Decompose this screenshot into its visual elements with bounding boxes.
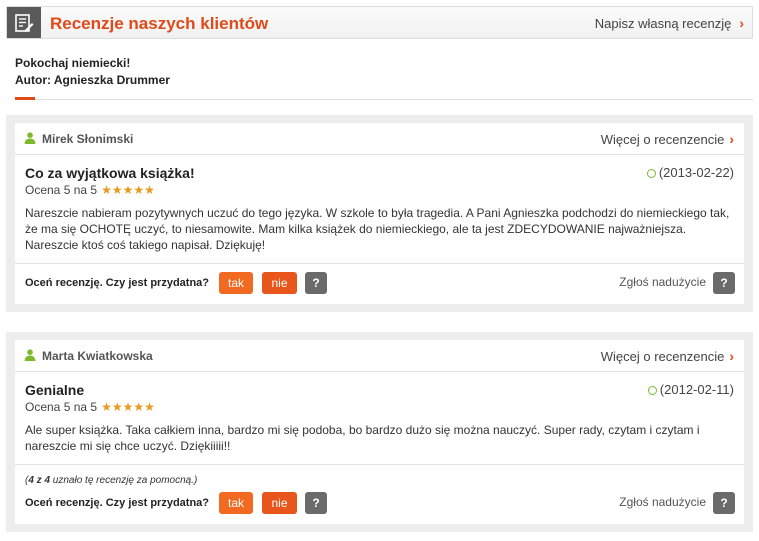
helpful-no-button[interactable]: nie	[262, 492, 297, 514]
review-date-text: (2013-02-22)	[658, 165, 734, 180]
report-help-button[interactable]: ?	[713, 492, 735, 514]
report-abuse-link[interactable]: Zgłoś nadużycie	[619, 495, 706, 509]
more-about-reviewer-link[interactable]: Więcej o recenzencie ›	[601, 131, 734, 147]
review-footer: Oceń recenzję. Czy jest przydatna? tak n…	[15, 486, 744, 524]
clock-icon	[647, 386, 657, 395]
user-icon	[24, 349, 36, 361]
helpful-rest: uznało tę recenzję za pomocną.)	[50, 475, 198, 486]
more-about-reviewer-label: Więcej o recenzencie	[600, 349, 725, 364]
review-rating: Ocena 5 na 5 ★★★★★	[25, 183, 734, 197]
review-date: (2013-02-22)	[646, 165, 734, 180]
review-card: Mirek Słonimski Więcej o recenzencie › Co…	[6, 115, 753, 312]
report-abuse-link[interactable]: Zgłoś nadużycie	[619, 275, 706, 289]
divider	[15, 99, 753, 100]
rate-review-label: Oceń recenzję. Czy jest przydatna?	[25, 277, 210, 289]
book-author: Autor: Agnieszka Drummer	[15, 73, 170, 87]
help-button[interactable]: ?	[305, 492, 327, 514]
user-icon	[24, 132, 36, 144]
edit-notes-icon	[7, 7, 41, 38]
star-rating-icon: ★★★★★	[101, 400, 155, 414]
helpful-count: 4 z 4	[28, 475, 51, 486]
reviewer-name: Marta Kwiatkowska	[42, 349, 153, 363]
chevron-right-icon: ›	[739, 15, 744, 31]
review-body: Genialne Ocena 5 na 5 ★★★★★ (2012-02-11) …	[15, 372, 744, 465]
report-help-button[interactable]: ?	[713, 272, 735, 294]
helpful-yes-button[interactable]: tak	[219, 492, 253, 514]
helpful-yes-button[interactable]: tak	[219, 272, 253, 294]
review-date-text: (2012-02-11)	[659, 382, 734, 397]
review-rating: Ocena 5 na 5 ★★★★★	[25, 400, 734, 414]
reviewer-name: Mirek Słonimski	[42, 132, 134, 146]
review-card: Marta Kwiatkowska Więcej o recenzencie › …	[6, 332, 753, 532]
reviews-header: Recenzje naszych klientów Napisz własną …	[6, 6, 753, 39]
more-about-reviewer-link[interactable]: Więcej o recenzencie ›	[601, 348, 734, 364]
chevron-right-icon: ›	[729, 348, 734, 364]
review-text: Ale super książka. Taka całkiem inna, ba…	[25, 423, 700, 453]
review-title: Co za wyjątkowa książka!	[25, 165, 195, 181]
divider-accent	[15, 97, 35, 100]
write-review-link[interactable]: Napisz własną recenzję ›	[595, 15, 744, 31]
chevron-right-icon: ›	[729, 131, 734, 147]
helpful-count-note: (4 z 4 uznało tę recenzję za pomocną.)	[15, 465, 744, 486]
help-button[interactable]: ?	[305, 272, 327, 294]
write-review-label: Napisz własną recenzję	[594, 16, 732, 31]
rating-label: Ocena 5 na 5	[25, 400, 98, 414]
review-header: Mirek Słonimski Więcej o recenzencie ›	[15, 123, 744, 155]
review-title: Genialne	[25, 382, 85, 398]
rating-label: Ocena 5 na 5	[25, 183, 98, 197]
review-footer: Oceń recenzję. Czy jest przydatna? tak n…	[15, 264, 744, 304]
star-rating-icon: ★★★★★	[101, 183, 155, 197]
review-date: (2012-02-11)	[647, 382, 734, 397]
clock-icon	[646, 169, 656, 178]
page-title: Recenzje naszych klientów	[50, 14, 269, 33]
review-body: Co za wyjątkowa książka! Ocena 5 na 5 ★★★…	[15, 155, 744, 264]
helpful-no-button[interactable]: nie	[262, 272, 297, 294]
rate-review-label: Oceń recenzję. Czy jest przydatna?	[25, 497, 210, 509]
book-title: Pokochaj niemiecki!	[15, 56, 131, 70]
review-header: Marta Kwiatkowska Więcej o recenzencie ›	[15, 340, 744, 372]
review-text: Nareszcie nabieram pozytywnych uczuć do …	[25, 206, 730, 252]
more-about-reviewer-label: Więcej o recenzencie	[600, 132, 725, 147]
